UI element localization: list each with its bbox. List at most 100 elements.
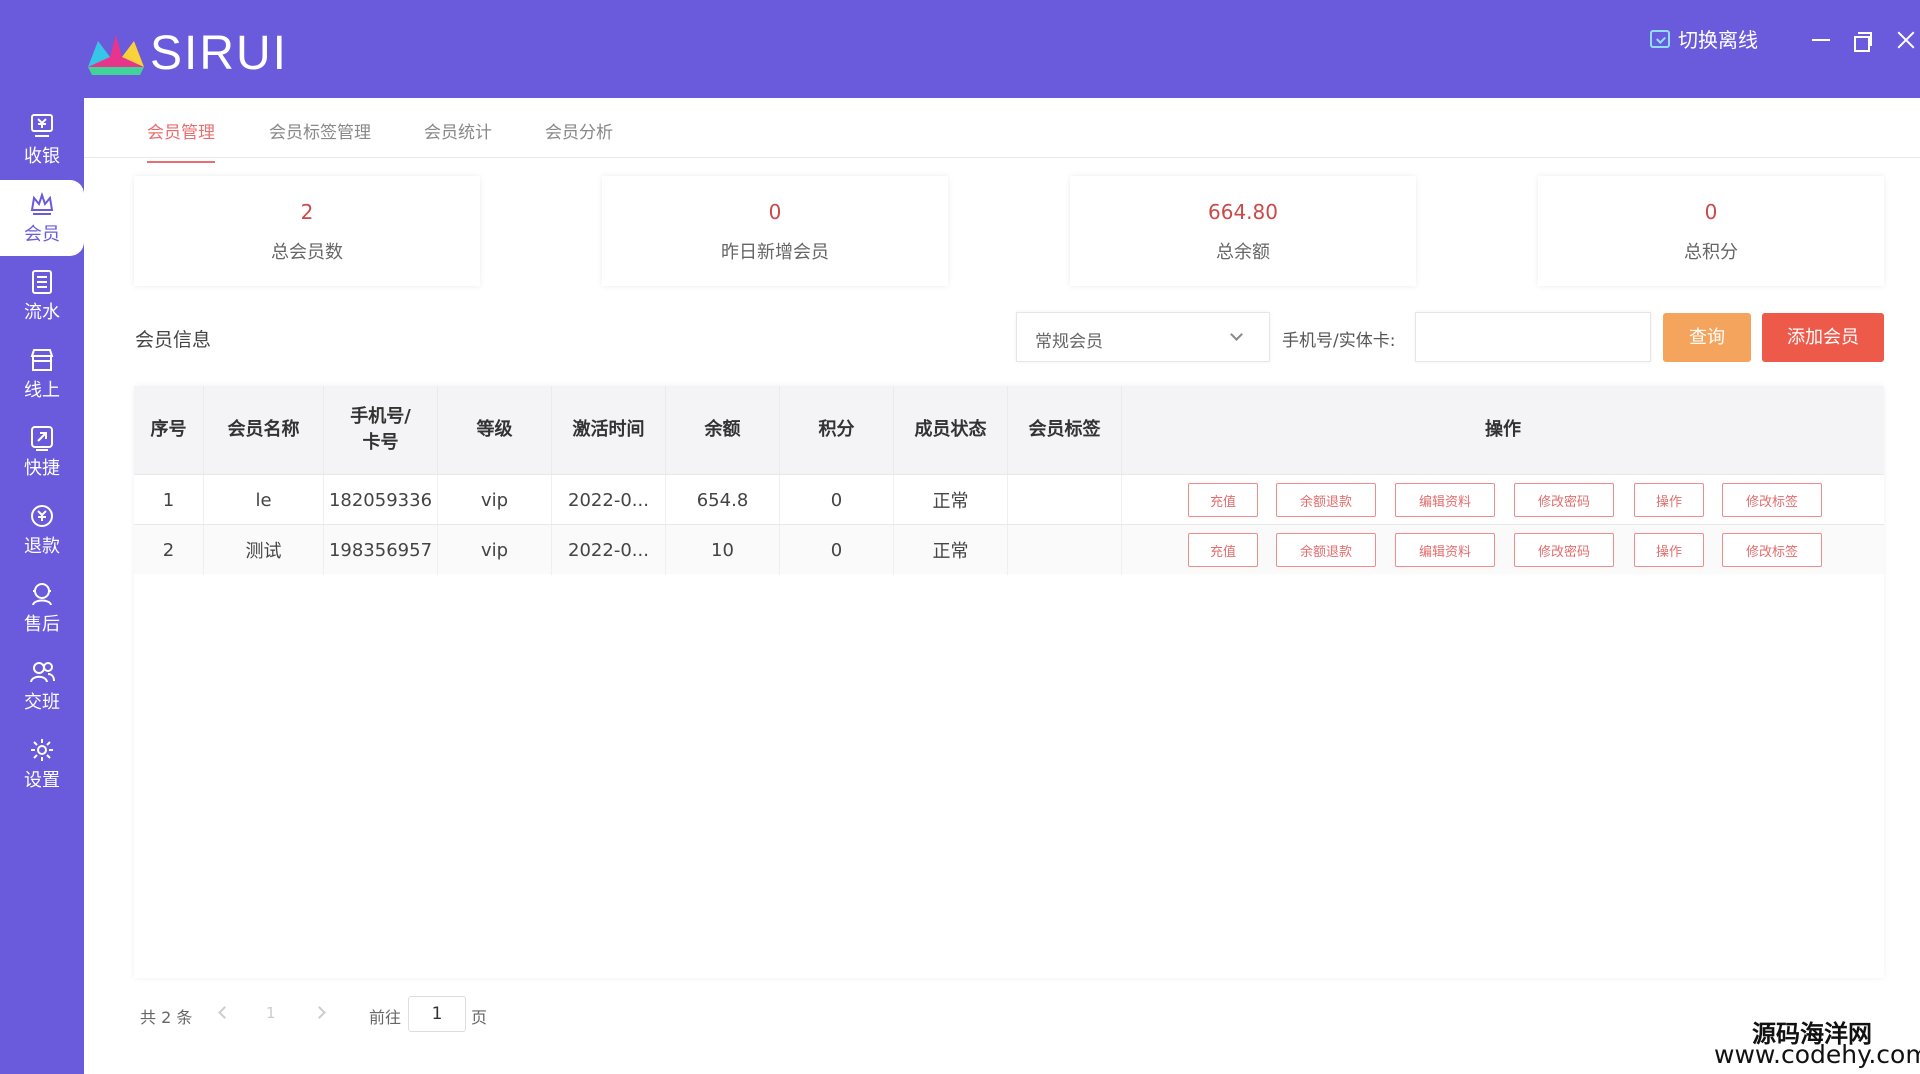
sidebar-item-label: 流水 — [24, 302, 60, 323]
sidebar-item-label: 交班 — [24, 692, 60, 713]
balance-refund-button[interactable]: 余额退款 — [1276, 533, 1376, 567]
sidebar-item-label: 会员 — [24, 224, 60, 245]
table-header: 序号 会员名称 手机号/卡号 等级 激活时间 余额 积分 成员状态 会员标签 操… — [134, 386, 1884, 474]
member-table: 序号 会员名称 手机号/卡号 等级 激活时间 余额 积分 成员状态 会员标签 操… — [134, 386, 1884, 978]
sidebar-item-label: 退款 — [24, 536, 60, 557]
add-member-button[interactable]: 添加会员 — [1762, 313, 1884, 362]
change-password-button[interactable]: 修改密码 — [1514, 483, 1614, 517]
sidebar-item-quick[interactable]: 快捷 — [0, 414, 84, 490]
chevron-left-icon[interactable] — [216, 1003, 230, 1023]
col-header-status: 成员状态 — [894, 386, 1008, 474]
col-header-tags: 会员标签 — [1008, 386, 1122, 474]
table-row: 1 le 182059336 vip 2022-0... 654.8 0 正常 … — [134, 474, 1884, 525]
edit-profile-button[interactable]: 编辑资料 — [1395, 533, 1495, 567]
sidebar-item-aftersale[interactable]: 售后 — [0, 570, 84, 646]
minimize-icon[interactable] — [1810, 28, 1834, 52]
watermark-url: www.codehy.com — [1714, 1040, 1920, 1069]
stat-value: 0 — [768, 200, 782, 224]
member-crown-icon — [30, 191, 54, 215]
stat-label: 总会员数 — [271, 242, 343, 263]
sidebar-item-shift[interactable]: 交班 — [0, 648, 84, 724]
sidebar-item-refund[interactable]: 退款 — [0, 492, 84, 568]
sidebar-item-ledger[interactable]: 流水 — [0, 258, 84, 334]
quick-icon — [31, 426, 53, 451]
stat-value: 2 — [300, 200, 314, 224]
pagination-goto-input[interactable]: 1 — [408, 996, 466, 1032]
stat-card-total-members: 2 总会员数 — [134, 176, 480, 286]
logo-text: SIRUI — [150, 27, 289, 80]
sidebar-item-label: 快捷 — [24, 458, 60, 479]
sidebar-item-online[interactable]: 线上 — [0, 336, 84, 412]
switch-offline-label: 切换离线 — [1678, 28, 1758, 52]
col-header-balance: 余额 — [666, 386, 780, 474]
gear-icon — [31, 739, 53, 761]
sidebar-item-label: 售后 — [24, 614, 60, 635]
recharge-button[interactable]: 充值 — [1188, 533, 1258, 567]
store-icon — [30, 349, 54, 371]
tab-member-management[interactable]: 会员管理 — [147, 118, 215, 163]
stat-value: 664.80 — [1208, 200, 1278, 224]
stat-card-total-points: 0 总积分 — [1538, 176, 1884, 286]
cell-points: 0 — [780, 475, 894, 525]
switch-offline-button[interactable]: 切换离线 — [1650, 24, 1758, 53]
cell-phone: 182059336 — [324, 475, 438, 525]
member-type-selected: 常规会员 — [1035, 332, 1103, 352]
aftersale-icon — [32, 583, 52, 606]
col-header-index: 序号 — [134, 386, 204, 474]
cell-name: le — [204, 475, 324, 525]
query-button[interactable]: 查询 — [1663, 313, 1751, 362]
stat-label: 总余额 — [1216, 242, 1270, 263]
ledger-icon — [32, 270, 52, 294]
stat-label: 总积分 — [1684, 242, 1738, 263]
cell-tags — [1008, 475, 1122, 525]
crown-logo-icon — [88, 34, 144, 75]
edit-tags-button[interactable]: 修改标签 — [1722, 533, 1822, 567]
edit-profile-button[interactable]: 编辑资料 — [1395, 483, 1495, 517]
shift-icon — [30, 662, 55, 683]
stat-value: 0 — [1704, 200, 1718, 224]
member-type-select[interactable]: 常规会员 — [1016, 312, 1270, 362]
sidebar-item-settings[interactable]: 设置 — [0, 726, 84, 802]
stat-label: 昨日新增会员 — [721, 242, 829, 263]
recharge-button[interactable]: 充值 — [1188, 483, 1258, 517]
sidebar: 收银 会员 流水 线上 快捷 退款 售后 交班 设置 — [0, 98, 84, 1074]
pagination-total: 共 2 条 — [140, 1008, 193, 1027]
cell-points: 0 — [780, 525, 894, 575]
operate-button[interactable]: 操作 — [1634, 533, 1704, 567]
cell-name: 测试 — [204, 525, 324, 575]
cell-balance: 10 — [666, 525, 780, 575]
edit-tags-button[interactable]: 修改标签 — [1722, 483, 1822, 517]
balance-refund-button[interactable]: 余额退款 — [1276, 483, 1376, 517]
col-header-points: 积分 — [780, 386, 894, 474]
refund-icon — [31, 505, 53, 527]
cell-tags — [1008, 525, 1122, 575]
cell-status: 正常 — [894, 475, 1008, 525]
cashier-icon — [31, 114, 53, 137]
tab-member-analysis[interactable]: 会员分析 — [545, 118, 613, 161]
stat-card-new-members-yesterday: 0 昨日新增会员 — [602, 176, 948, 286]
cell-activated: 2022-0... — [552, 525, 666, 575]
sidebar-item-member[interactable]: 会员 — [0, 180, 84, 256]
pagination-page-suffix: 页 — [471, 1008, 488, 1027]
tab-member-tag-management[interactable]: 会员标签管理 — [269, 118, 371, 161]
phone-card-search-input[interactable] — [1415, 312, 1651, 362]
chevron-right-icon[interactable] — [314, 1003, 328, 1023]
cell-level: vip — [438, 475, 552, 525]
sidebar-item-label: 收银 — [24, 146, 60, 167]
close-icon[interactable] — [1894, 28, 1918, 52]
operate-button[interactable]: 操作 — [1634, 483, 1704, 517]
tab-bar: 会员管理 会员标签管理 会员统计 会员分析 — [84, 98, 1920, 163]
restore-icon[interactable] — [1850, 28, 1874, 52]
pagination-goto-label: 前往 — [369, 1008, 402, 1027]
section-title: 会员信息 — [135, 329, 212, 351]
pagination-page-number[interactable]: 1 — [266, 1004, 276, 1022]
col-header-level: 等级 — [438, 386, 552, 474]
cell-index: 1 — [134, 475, 204, 525]
sidebar-item-cashier[interactable]: 收银 — [0, 102, 84, 178]
change-password-button[interactable]: 修改密码 — [1514, 533, 1614, 567]
tab-member-statistics[interactable]: 会员统计 — [424, 118, 492, 161]
cell-status: 正常 — [894, 525, 1008, 575]
app-logo: SIRUI — [84, 26, 288, 81]
col-header-name: 会员名称 — [204, 386, 324, 474]
sidebar-item-label: 设置 — [24, 770, 60, 791]
